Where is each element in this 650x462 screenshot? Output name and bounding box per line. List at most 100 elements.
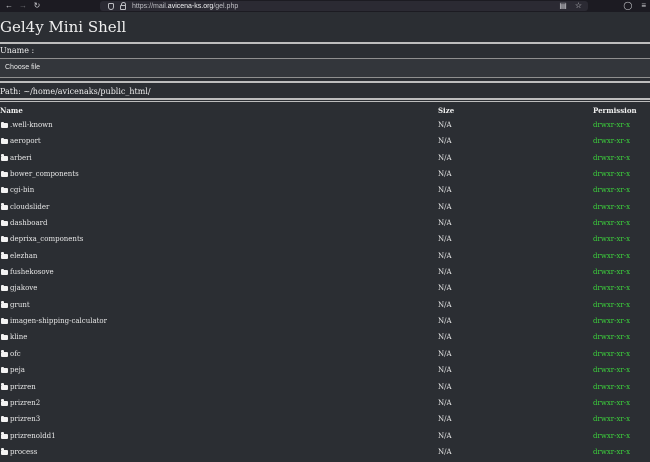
- divider: [0, 81, 650, 83]
- table-row[interactable]: aeroport N/A drwxr-xr-x: [0, 135, 650, 151]
- file-size: N/A: [438, 186, 452, 195]
- divider: [0, 42, 650, 44]
- table-row[interactable]: gjakove N/A drwxr-xr-x: [0, 282, 650, 298]
- file-permission[interactable]: drwxr-xr-x: [593, 252, 630, 260]
- file-name[interactable]: fushekosove: [10, 268, 54, 276]
- table-row[interactable]: .well-known N/A drwxr-xr-x: [0, 119, 650, 135]
- table-row[interactable]: cloudslider N/A drwxr-xr-x: [0, 201, 650, 217]
- file-permission[interactable]: drwxr-xr-x: [593, 383, 630, 391]
- folder-icon: [1, 448, 8, 455]
- file-size: N/A: [438, 170, 452, 179]
- extensions-icon[interactable]: ≡: [641, 0, 646, 12]
- folder-icon: [1, 317, 8, 325]
- file-name[interactable]: peja: [10, 366, 25, 374]
- pocket-icon[interactable]: ◯: [623, 0, 632, 12]
- file-permission[interactable]: drwxr-xr-x: [593, 268, 630, 276]
- table-row[interactable]: prizren2 N/A drwxr-xr-x: [0, 397, 650, 413]
- file-name[interactable]: aeroport: [10, 137, 41, 145]
- file-permission[interactable]: drwxr-xr-x: [593, 284, 630, 292]
- file-name[interactable]: prizren3: [10, 415, 40, 423]
- file-name[interactable]: cgi-bin: [10, 186, 34, 194]
- file-name[interactable]: bower_components: [10, 170, 79, 178]
- table-row[interactable]: dashboard N/A drwxr-xr-x: [0, 217, 650, 233]
- folder-icon: [1, 203, 8, 210]
- folder-icon: [1, 366, 8, 374]
- address-bar[interactable]: https://mail.avicena-ks.org/gel.php ▤ ☆: [100, 1, 588, 11]
- folder-icon: [1, 137, 8, 145]
- choose-file-button[interactable]: Choose file: [5, 64, 40, 71]
- file-permission[interactable]: drwxr-xr-x: [593, 203, 630, 211]
- file-permission[interactable]: drwxr-xr-x: [593, 333, 630, 341]
- file-name[interactable]: prizren: [10, 383, 36, 391]
- table-row[interactable]: elezhan N/A drwxr-xr-x: [0, 250, 650, 266]
- folder-icon: [1, 186, 8, 194]
- table-row[interactable]: cgi-bin N/A drwxr-xr-x: [0, 184, 650, 200]
- folder-icon: [1, 333, 8, 341]
- file-name[interactable]: gjakove: [10, 284, 37, 292]
- file-name[interactable]: ofc: [10, 350, 21, 358]
- table-row[interactable]: prizren3 N/A drwxr-xr-x: [0, 413, 650, 429]
- file-permission[interactable]: drwxr-xr-x: [593, 448, 630, 456]
- file-permission[interactable]: drwxr-xr-x: [593, 121, 630, 129]
- file-permission[interactable]: drwxr-xr-x: [593, 432, 630, 440]
- file-name[interactable]: deprixa_components: [10, 235, 83, 243]
- file-permission[interactable]: drwxr-xr-x: [593, 350, 630, 358]
- table-row[interactable]: kline N/A drwxr-xr-x: [0, 331, 650, 347]
- file-permission[interactable]: drwxr-xr-x: [593, 170, 630, 178]
- file-name[interactable]: dashboard: [10, 219, 47, 227]
- file-name[interactable]: prizren2: [10, 399, 40, 407]
- table-row[interactable]: prizrenoldd1 N/A drwxr-xr-x: [0, 430, 650, 446]
- folder-icon: [1, 301, 8, 308]
- file-size: N/A: [438, 202, 452, 211]
- bookmark-star-icon[interactable]: ☆: [575, 1, 582, 11]
- file-permission[interactable]: drwxr-xr-x: [593, 137, 630, 145]
- file-name[interactable]: prizrenoldd1: [10, 432, 56, 440]
- folder-icon: [1, 121, 8, 128]
- file-size: N/A: [438, 415, 452, 424]
- table-row[interactable]: deprixa_components N/A drwxr-xr-x: [0, 233, 650, 249]
- file-size: N/A: [438, 300, 452, 309]
- table-row[interactable]: arberi N/A drwxr-xr-x: [0, 152, 650, 168]
- file-permission[interactable]: drwxr-xr-x: [593, 154, 630, 162]
- path-breadcrumb[interactable]: Path: ~/home/avicenaks/public_html/: [0, 87, 151, 96]
- file-permission[interactable]: drwxr-xr-x: [593, 399, 630, 407]
- file-permission[interactable]: drwxr-xr-x: [593, 317, 630, 325]
- file-name[interactable]: elezhan: [10, 252, 37, 260]
- forward-arrow-icon[interactable]: →: [16, 0, 30, 12]
- file-name[interactable]: .well-known: [10, 121, 53, 129]
- file-permission[interactable]: drwxr-xr-x: [593, 219, 630, 227]
- table-row[interactable]: prizren N/A drwxr-xr-x: [0, 381, 650, 397]
- table-row[interactable]: ofc N/A drwxr-xr-x: [0, 348, 650, 364]
- file-name[interactable]: kline: [10, 333, 27, 341]
- file-permission[interactable]: drwxr-xr-x: [593, 301, 630, 309]
- file-name[interactable]: grunt: [10, 301, 30, 309]
- folder-icon: [1, 219, 8, 227]
- file-permission[interactable]: drwxr-xr-x: [593, 415, 630, 423]
- file-name[interactable]: imagen-shipping-calculator: [10, 317, 107, 325]
- file-size: N/A: [438, 235, 452, 244]
- file-permission[interactable]: drwxr-xr-x: [593, 186, 630, 194]
- file-name[interactable]: process: [10, 448, 37, 456]
- table-row[interactable]: imagen-shipping-calculator N/A drwxr-xr-x: [0, 315, 650, 331]
- file-size: N/A: [438, 398, 452, 407]
- table-row[interactable]: process N/A drwxr-xr-x: [0, 446, 650, 462]
- file-name[interactable]: arberi: [10, 154, 32, 162]
- folder-icon: [1, 154, 8, 161]
- header-permission: Permission: [593, 106, 637, 115]
- shield-icon[interactable]: [108, 2, 114, 10]
- reload-icon[interactable]: ↻: [30, 0, 44, 12]
- folder-icon: [1, 399, 8, 406]
- uname-label: Uname :: [0, 46, 35, 55]
- file-name[interactable]: cloudslider: [10, 203, 49, 211]
- table-row[interactable]: fushekosove N/A drwxr-xr-x: [0, 266, 650, 282]
- back-arrow-icon[interactable]: ←: [2, 0, 16, 12]
- reader-view-icon[interactable]: ▤: [559, 1, 567, 11]
- table-row[interactable]: peja N/A drwxr-xr-x: [0, 364, 650, 380]
- file-size: N/A: [438, 268, 452, 277]
- lock-icon[interactable]: [120, 1, 126, 10]
- table-row[interactable]: bower_components N/A drwxr-xr-x: [0, 168, 650, 184]
- file-permission[interactable]: drwxr-xr-x: [593, 366, 630, 374]
- file-permission[interactable]: drwxr-xr-x: [593, 235, 630, 243]
- table-row[interactable]: grunt N/A drwxr-xr-x: [0, 299, 650, 315]
- url-text[interactable]: https://mail.avicena-ks.org/gel.php: [132, 3, 238, 10]
